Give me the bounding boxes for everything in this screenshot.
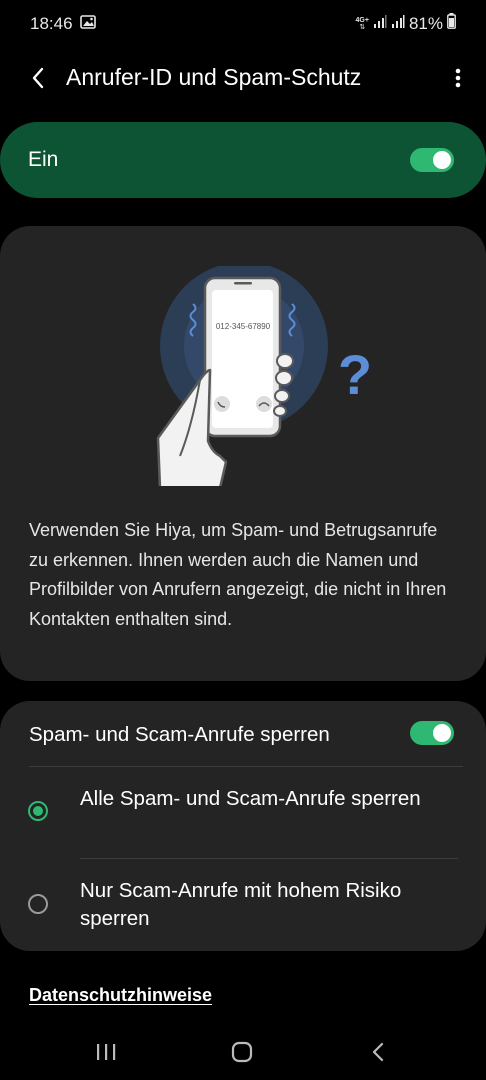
toggle-knob <box>433 151 451 169</box>
more-options-button[interactable] <box>450 60 466 96</box>
divider <box>29 766 463 767</box>
home-button[interactable] <box>222 1036 262 1068</box>
navigation-bar <box>0 1024 486 1080</box>
radio-option-label: Nur Scam-Anrufe mit hohem Risiko sperren <box>80 879 402 930</box>
app-bar: Anrufer-ID und Spam-Schutz <box>0 50 486 106</box>
radio-option-all[interactable]: Alle Spam- und Scam-Anrufe sperren <box>0 785 486 855</box>
home-icon <box>231 1041 253 1063</box>
question-mark-icon: ? <box>338 343 372 406</box>
divider <box>80 858 458 859</box>
radio-option-label: Alle Spam- und Scam-Anrufe sperren <box>80 787 421 810</box>
block-spam-toggle[interactable] <box>410 721 454 745</box>
network-type-icon: 4G+ ⇅ <box>355 16 369 31</box>
back-nav-button[interactable] <box>358 1036 398 1068</box>
caller-id-illustration: 012-345-67890 ? <box>156 266 372 486</box>
info-card: 012-345-67890 ? Verwenden Sie Hiya, um S… <box>0 226 486 681</box>
more-vert-icon <box>455 68 461 88</box>
privacy-notice-link[interactable]: Datenschutzhinweise <box>29 985 212 1006</box>
recent-apps-button[interactable] <box>86 1036 126 1068</box>
network-type-label: 4G+ <box>355 16 369 24</box>
battery-icon <box>447 13 456 34</box>
radio-option-high-risk[interactable]: Nur Scam-Anrufe mit hohem Risiko sperren <box>0 877 486 947</box>
info-description: Verwenden Sie Hiya, um Spam- und Betrugs… <box>29 520 447 629</box>
block-spam-card: Spam- und Scam-Anrufe sperren Alle Spam-… <box>0 701 486 951</box>
signal-icon-sim2 <box>391 14 405 34</box>
toggle-knob <box>433 724 451 742</box>
page-title: Anrufer-ID und Spam-Schutz <box>66 64 362 90</box>
back-nav-icon <box>372 1042 384 1062</box>
status-time: 18:46 <box>30 14 73 33</box>
recent-apps-icon <box>97 1044 116 1060</box>
master-switch-label: Ein <box>28 148 59 171</box>
back-arrow-icon <box>32 67 44 89</box>
block-spam-title[interactable]: Spam- und Scam-Anrufe sperren <box>29 723 330 747</box>
phone-number: 012-345-67890 <box>216 322 271 331</box>
signal-icon <box>373 14 387 34</box>
radio-button-selected[interactable] <box>28 801 48 821</box>
radio-button-unselected[interactable] <box>28 894 48 914</box>
status-bar: 18:46 4G+ ⇅ 81% <box>0 0 486 48</box>
battery-percent: 81% <box>408 13 443 33</box>
master-toggle[interactable] <box>410 148 454 172</box>
back-button[interactable] <box>22 62 54 94</box>
gallery-notification-icon <box>80 15 96 34</box>
master-switch-bar[interactable]: Ein <box>0 122 486 198</box>
